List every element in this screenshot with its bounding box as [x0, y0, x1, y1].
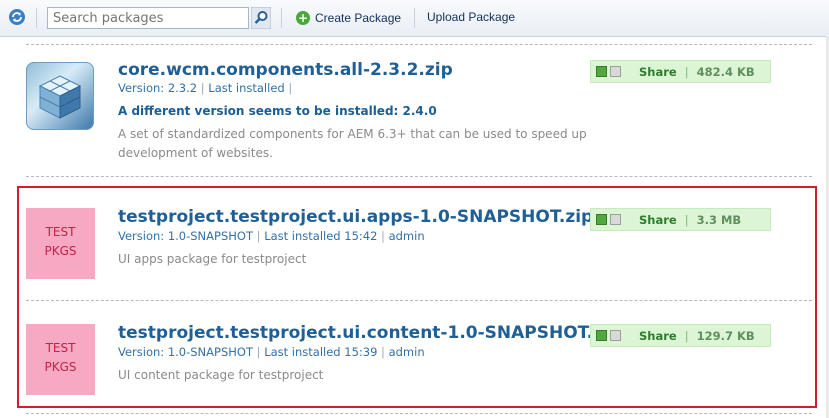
- package-last-installed: Last installed: [208, 81, 285, 95]
- create-package-button[interactable]: + Create Package: [296, 9, 401, 27]
- refresh-icon[interactable]: [8, 8, 26, 26]
- version-warning: A different version seems to be installe…: [118, 104, 437, 118]
- create-package-label: Create Package: [315, 11, 402, 25]
- package-cube-icon: [26, 62, 94, 130]
- highlight-box: [17, 186, 817, 408]
- search-input[interactable]: [47, 7, 249, 29]
- divider: [26, 176, 812, 177]
- toolbar-separator: [414, 8, 415, 28]
- status-indicator-icon: [610, 66, 621, 77]
- toolbar: + Create Package Upload Package: [0, 0, 829, 37]
- package-actions: Share | 482.4 KB: [590, 60, 771, 83]
- divider: [26, 413, 812, 414]
- package-size: 482.4 KB: [696, 64, 755, 79]
- package-version: Version: 2.3.2: [118, 81, 198, 95]
- plus-icon: +: [296, 11, 310, 25]
- package-title[interactable]: core.wcm.components.all-2.3.2.zip: [118, 60, 453, 80]
- divider: [26, 44, 812, 45]
- upload-package-button[interactable]: Upload Package: [427, 10, 515, 24]
- installed-status-icon: [596, 66, 607, 77]
- share-button[interactable]: Share: [639, 65, 677, 79]
- toolbar-separator: [281, 8, 282, 28]
- toolbar-separator: [36, 8, 37, 28]
- package-description: A set of standardized components for AEM…: [118, 127, 587, 160]
- search-icon[interactable]: [251, 7, 271, 29]
- package-meta: Version: 2.3.2 | Last installed |: [118, 81, 293, 95]
